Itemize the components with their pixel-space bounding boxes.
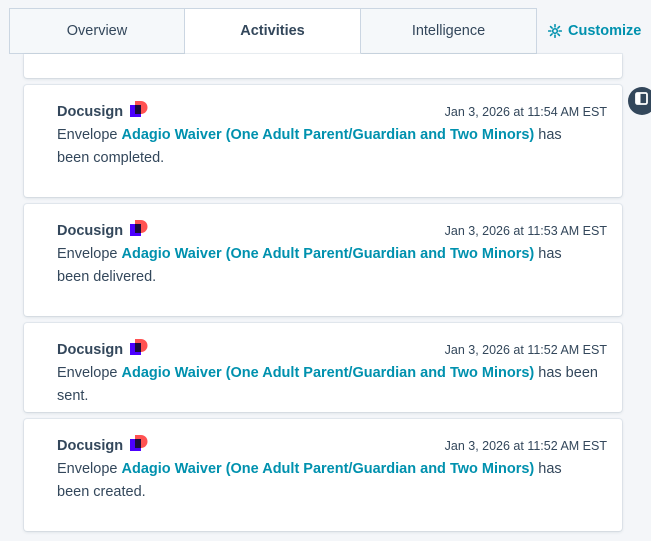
activity-timestamp: Jan 3, 2026 at 11:52 AM EST (444, 439, 607, 453)
activity-card: Docusign Jan 3, 2026 at 11:52 AM EST Env… (24, 323, 622, 412)
panel-icon (635, 92, 648, 110)
activity-card: Docusign Jan 3, 2026 at 11:54 AM EST Env… (24, 85, 622, 197)
customize-button[interactable]: Customize (548, 8, 641, 54)
description-prefix: Envelope (57, 461, 122, 477)
envelope-link[interactable]: Adagio Waiver (One Adult Parent/Guardian… (122, 461, 535, 477)
activity-description: Envelope Adagio Waiver (One Adult Parent… (57, 124, 582, 170)
activity-source: Docusign (57, 223, 124, 239)
tab-intelligence[interactable]: Intelligence (361, 8, 537, 54)
envelope-link[interactable]: Adagio Waiver (One Adult Parent/Guardian… (122, 365, 535, 381)
description-prefix: Envelope (57, 365, 122, 381)
contact-record-page: Overview Activities Intelligence Customi (0, 0, 651, 541)
customize-label: Customize (568, 23, 642, 39)
description-prefix: Envelope (57, 246, 122, 262)
sidebar-toggle-button[interactable] (628, 87, 651, 115)
activity-source: Docusign (57, 438, 124, 454)
activity-description: Envelope Adagio Waiver (One Adult Parent… (57, 362, 612, 408)
docusign-logo-icon (130, 220, 148, 238)
activity-card-header: Docusign Jan 3, 2026 at 11:54 AM EST (57, 101, 607, 123)
record-tabs: Overview Activities Intelligence (9, 8, 537, 54)
docusign-logo-icon (130, 339, 148, 357)
description-prefix: Envelope (57, 127, 122, 143)
activity-card-header: Docusign Jan 3, 2026 at 11:52 AM EST (57, 339, 607, 361)
envelope-link[interactable]: Adagio Waiver (One Adult Parent/Guardian… (122, 246, 535, 262)
activity-card: Docusign Jan 3, 2026 at 11:52 AM EST Env… (24, 419, 622, 531)
activity-timestamp: Jan 3, 2026 at 11:53 AM EST (444, 224, 607, 238)
docusign-logo-icon (130, 435, 148, 453)
activity-source: Docusign (57, 342, 124, 358)
activity-description: Envelope Adagio Waiver (One Adult Parent… (57, 243, 582, 289)
tab-activities[interactable]: Activities (185, 8, 361, 54)
activity-source: Docusign (57, 104, 124, 120)
tab-overview[interactable]: Overview (9, 8, 185, 54)
activity-card-partial (24, 54, 622, 78)
activity-timestamp: Jan 3, 2026 at 11:52 AM EST (444, 343, 607, 357)
activity-description: Envelope Adagio Waiver (One Adult Parent… (57, 458, 582, 504)
activity-card: Docusign Jan 3, 2026 at 11:53 AM EST Env… (24, 204, 622, 316)
activity-card-header: Docusign Jan 3, 2026 at 11:53 AM EST (57, 220, 607, 242)
docusign-logo-icon (130, 101, 148, 119)
gear-icon (548, 24, 562, 38)
envelope-link[interactable]: Adagio Waiver (One Adult Parent/Guardian… (122, 127, 535, 143)
activity-card-header: Docusign Jan 3, 2026 at 11:52 AM EST (57, 435, 607, 457)
activity-timestamp: Jan 3, 2026 at 11:54 AM EST (444, 105, 607, 119)
